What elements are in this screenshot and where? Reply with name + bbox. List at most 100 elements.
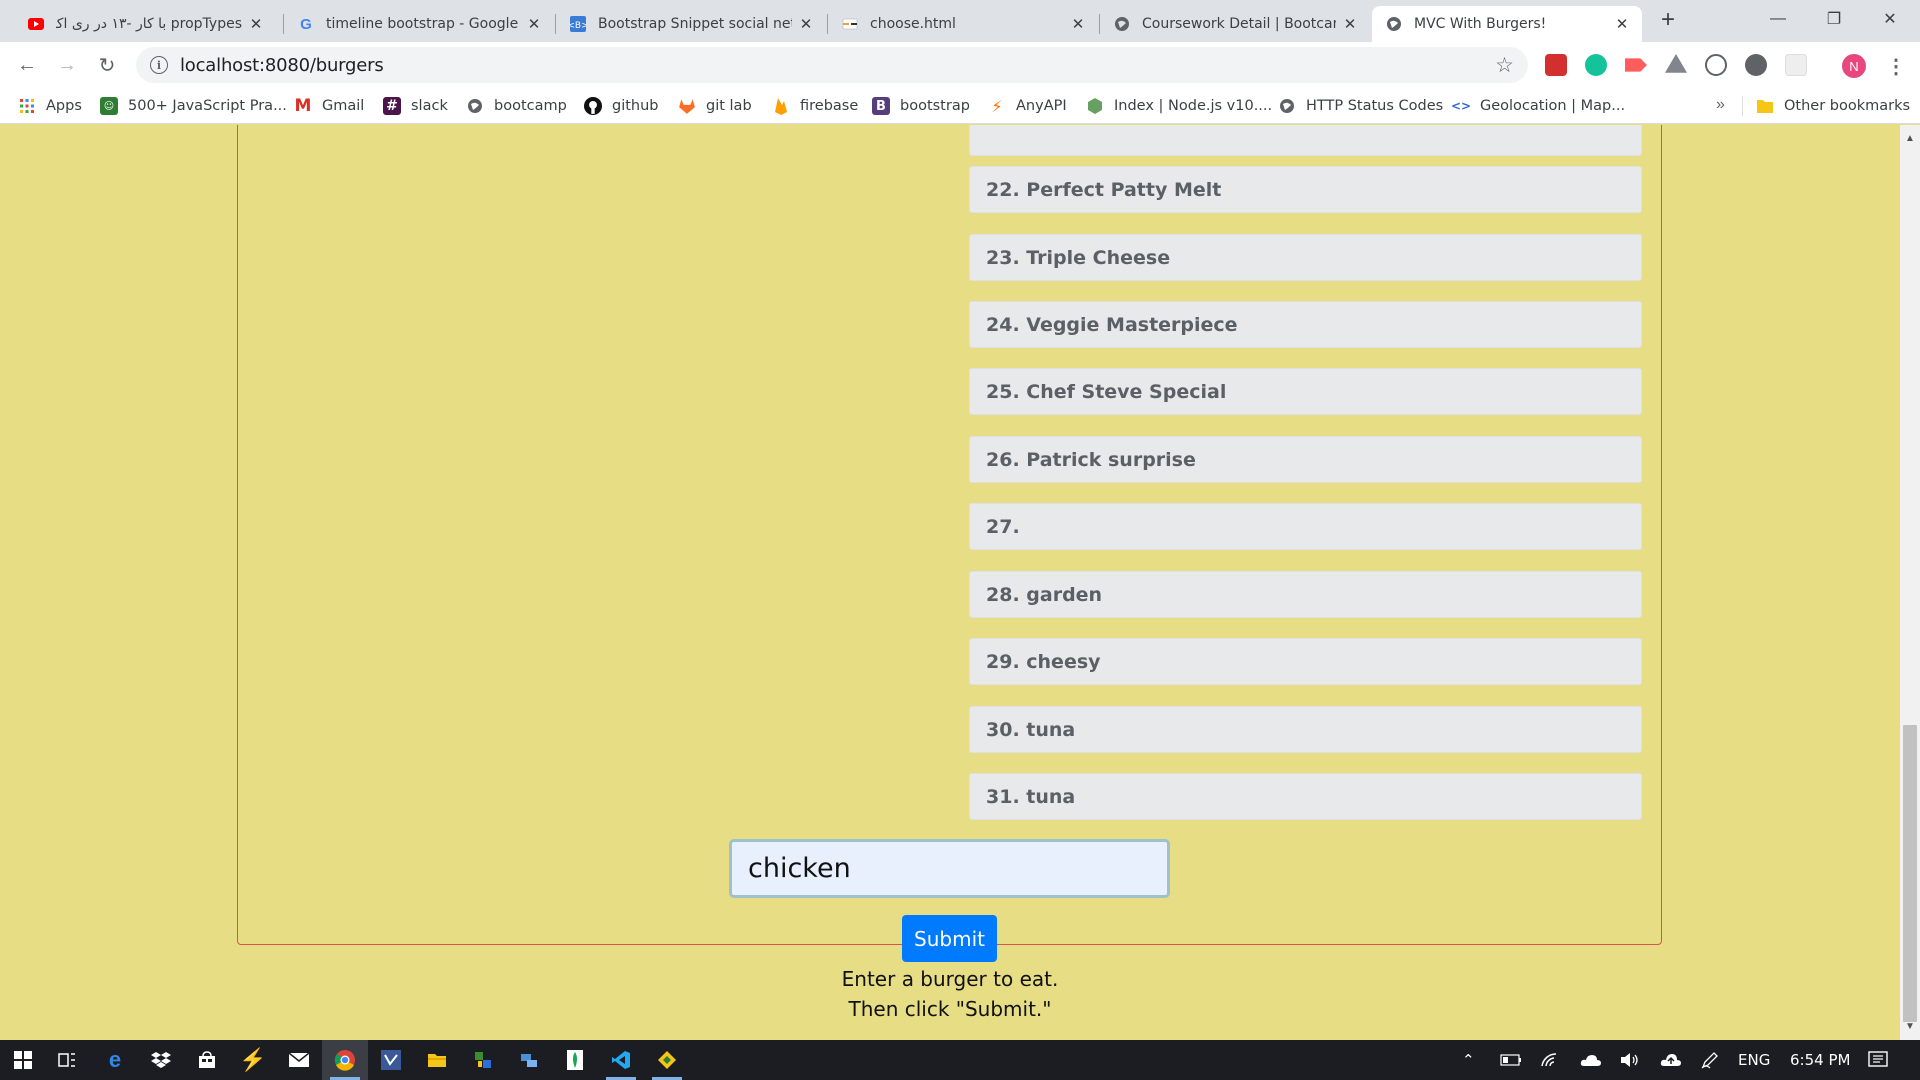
burger-item[interactable]: 22. Perfect Patty Melt [969, 166, 1642, 213]
file-explorer-icon[interactable] [414, 1040, 460, 1080]
extension-blank-icon[interactable] [1785, 54, 1807, 76]
burger-name-input[interactable]: chicken [729, 839, 1170, 898]
site-info-icon[interactable]: i [150, 56, 168, 74]
close-window-button[interactable]: ✕ [1862, 0, 1918, 38]
extension-dark-circle-icon[interactable] [1745, 54, 1767, 76]
battery-icon[interactable] [1500, 1040, 1522, 1080]
burger-item[interactable]: 27. [969, 503, 1642, 550]
burger-item[interactable]: 24. Veggie Masterpiece [969, 301, 1642, 348]
pen-ink-icon[interactable] [1700, 1040, 1720, 1080]
cloud-upload-icon[interactable] [1660, 1040, 1682, 1080]
bookmark-other[interactable]: Other bookmarks [1756, 88, 1910, 124]
bookmark-bootstrap[interactable]: B bootstrap [872, 88, 970, 124]
mongodb-compass-icon[interactable] [552, 1040, 598, 1080]
close-tab-icon[interactable]: ✕ [798, 16, 814, 33]
burger-item[interactable]: 28. garden [969, 571, 1642, 618]
windows-start-icon[interactable] [0, 1040, 46, 1080]
bookmark-label: slack [411, 98, 448, 114]
chrome-menu-icon[interactable]: ⋮ [1884, 52, 1908, 80]
bookmark-slack[interactable]: # slack [383, 88, 448, 124]
address-bar[interactable]: i localhost:8080/burgers ☆ [136, 47, 1528, 83]
folder-icon [1756, 97, 1774, 115]
bookmarks-overflow-icon[interactable]: » [1716, 96, 1725, 114]
bookmark-bootcamp[interactable]: bootcamp [466, 88, 567, 124]
bookmark-nodejs[interactable]: Index | Node.js v10.... [1086, 88, 1272, 124]
extension-circle-icon[interactable] [1705, 54, 1727, 76]
onedrive-icon[interactable] [1580, 1040, 1602, 1080]
clock[interactable]: 6:54 PM [1790, 1040, 1850, 1080]
bookmark-gitlab[interactable]: git lab [678, 88, 752, 124]
tab-strip: propTypes با کار -۱۳ در ری اکت ✕ G timel… [0, 0, 1920, 42]
bookmark-github[interactable]: github [584, 88, 659, 124]
new-tab-button[interactable]: + [1654, 6, 1682, 34]
extension-drive-icon[interactable] [1665, 54, 1687, 73]
youtube-icon [28, 16, 44, 32]
close-tab-icon[interactable]: ✕ [1614, 16, 1630, 33]
file-icon [842, 16, 858, 32]
nodejs-icon [1086, 97, 1104, 115]
tray-overflow-icon[interactable]: ⌃ [1462, 1040, 1475, 1080]
close-tab-icon[interactable]: ✕ [526, 16, 542, 33]
burger-item-partial[interactable] [969, 125, 1642, 156]
bookmarks-divider [1742, 96, 1743, 116]
tab-mvc-burgers[interactable]: MVC With Burgers! ✕ [1372, 6, 1642, 42]
remote-desktop-icon[interactable] [506, 1040, 552, 1080]
network-app-icon[interactable] [460, 1040, 506, 1080]
burger-item[interactable]: 23. Triple Cheese [969, 234, 1642, 281]
dropbox-icon[interactable] [138, 1040, 184, 1080]
bookmark-http-status[interactable]: HTTP Status Codes [1278, 88, 1443, 124]
burger-item[interactable]: 31. tuna [969, 773, 1642, 820]
burger-item[interactable]: 30. tuna [969, 706, 1642, 753]
volume-icon[interactable] [1620, 1040, 1640, 1080]
submit-button[interactable]: Submit [902, 915, 997, 962]
bookmark-firebase[interactable]: firebase [772, 88, 858, 124]
close-tab-icon[interactable]: ✕ [248, 16, 264, 33]
burger-item[interactable]: 25. Chef Steve Special [969, 368, 1642, 415]
tab-youtube[interactable]: propTypes با کار -۱۳ در ری اکت ✕ [14, 6, 276, 42]
back-button[interactable]: ← [12, 50, 42, 80]
close-tab-icon[interactable]: ✕ [1070, 16, 1086, 33]
profile-avatar[interactable]: N [1842, 54, 1866, 78]
task-view-icon[interactable] [44, 1040, 90, 1080]
bookmark-apps[interactable]: Apps [18, 88, 82, 124]
burger-item[interactable]: 29. cheesy [969, 638, 1642, 685]
js-practice-icon: ☺ [100, 97, 118, 115]
extension-arrow-icon[interactable] [1625, 58, 1647, 72]
chrome-icon[interactable] [322, 1040, 368, 1080]
burger-item[interactable]: 26. Patrick surprise [969, 436, 1642, 483]
tab-google-search[interactable]: G timeline bootstrap - Google Search ✕ [284, 6, 554, 42]
bookmark-geolocation[interactable]: <> Geolocation | Map... [1451, 88, 1626, 124]
reload-button[interactable]: ↻ [92, 50, 122, 80]
extension-lastpass-icon[interactable] [1545, 54, 1567, 76]
notifications-icon[interactable] [1868, 1040, 1888, 1080]
scrollbar-thumb[interactable] [1903, 725, 1917, 1022]
edge-browser-icon[interactable]: e [92, 1040, 138, 1080]
globe-icon [1386, 16, 1402, 32]
scroll-up-icon[interactable]: ▲ [1905, 133, 1915, 144]
vscode-icon[interactable] [598, 1040, 644, 1080]
azure-icon[interactable]: ⚡ [230, 1040, 276, 1080]
bookmark-star-icon[interactable]: ☆ [1495, 53, 1514, 78]
restore-button[interactable]: ❐ [1806, 0, 1862, 38]
tab-coursework[interactable]: Coursework Detail | Bootcamp ✕ [1100, 6, 1370, 42]
bookmark-anyapi[interactable]: ⚡ AnyAPI [988, 88, 1066, 124]
visual-studio-icon[interactable] [368, 1040, 414, 1080]
scroll-down-icon[interactable]: ▼ [1905, 1021, 1915, 1032]
minimize-button[interactable]: — [1750, 0, 1806, 38]
bookmark-js-practice[interactable]: ☺ 500+ JavaScript Pra... [100, 88, 287, 124]
mail-icon[interactable] [276, 1040, 322, 1080]
close-tab-icon[interactable]: ✕ [1342, 16, 1358, 33]
tab-title: timeline bootstrap - Google Search [326, 16, 520, 32]
vertical-scrollbar[interactable]: ▲ ▼ [1900, 125, 1920, 1040]
tab-bootsnipp[interactable]: <B> Bootstrap Snippet social network ✕ [556, 6, 826, 42]
tab-title: Coursework Detail | Bootcamp [1142, 16, 1336, 32]
git-bash-icon[interactable] [644, 1040, 690, 1080]
store-icon[interactable] [184, 1040, 230, 1080]
extension-grammarly-icon[interactable] [1585, 54, 1607, 76]
tab-choose-html[interactable]: choose.html ✕ [828, 6, 1098, 42]
bookmark-gmail[interactable]: M Gmail [294, 88, 365, 124]
bookmark-label: Geolocation | Map... [1480, 98, 1626, 114]
wifi-icon[interactable] [1540, 1040, 1560, 1080]
forward-button[interactable]: → [52, 50, 82, 80]
language-indicator[interactable]: ENG [1738, 1040, 1770, 1080]
